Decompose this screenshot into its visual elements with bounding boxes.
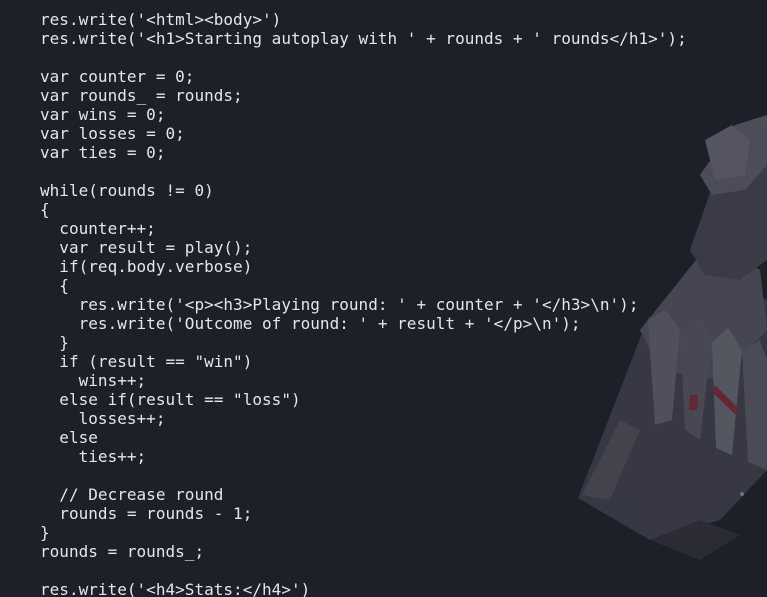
code-line: var ties = 0; xyxy=(40,143,166,162)
code-line: else xyxy=(40,428,98,447)
code-line: wins++; xyxy=(40,371,147,390)
code-line: } xyxy=(40,333,69,352)
code-line: else if(result == "loss") xyxy=(40,390,301,409)
code-line: var losses = 0; xyxy=(40,124,185,143)
code-line: rounds = rounds - 1; xyxy=(40,504,253,523)
code-line: { xyxy=(40,276,69,295)
code-line: // Decrease round xyxy=(40,485,224,504)
code-line: var counter = 0; xyxy=(40,67,195,86)
code-line: rounds = rounds_; xyxy=(40,542,205,561)
code-line: } xyxy=(40,523,50,542)
code-line: ties++; xyxy=(40,447,147,466)
code-line: if (result == "win") xyxy=(40,352,253,371)
code-line: res.write('<h4>Stats:</h4>') xyxy=(40,580,311,597)
code-line: res.write('Outcome of round: ' + result … xyxy=(40,314,581,333)
code-line: while(rounds != 0) xyxy=(40,181,214,200)
code-line: var wins = 0; xyxy=(40,105,166,124)
code-editor[interactable]: res.write('<html><body>') res.write('<h1>… xyxy=(0,0,767,597)
code-line: res.write('<html><body>') xyxy=(40,10,282,29)
code-line: var rounds_ = rounds; xyxy=(40,86,243,105)
code-line: counter++; xyxy=(40,219,156,238)
code-line: { xyxy=(40,200,50,219)
code-line: res.write('<p><h3>Playing round: ' + cou… xyxy=(40,295,639,314)
code-line: if(req.body.verbose) xyxy=(40,257,253,276)
code-line: losses++; xyxy=(40,409,166,428)
code-line: var result = play(); xyxy=(40,238,253,257)
code-line: res.write('<h1>Starting autoplay with ' … xyxy=(40,29,687,48)
